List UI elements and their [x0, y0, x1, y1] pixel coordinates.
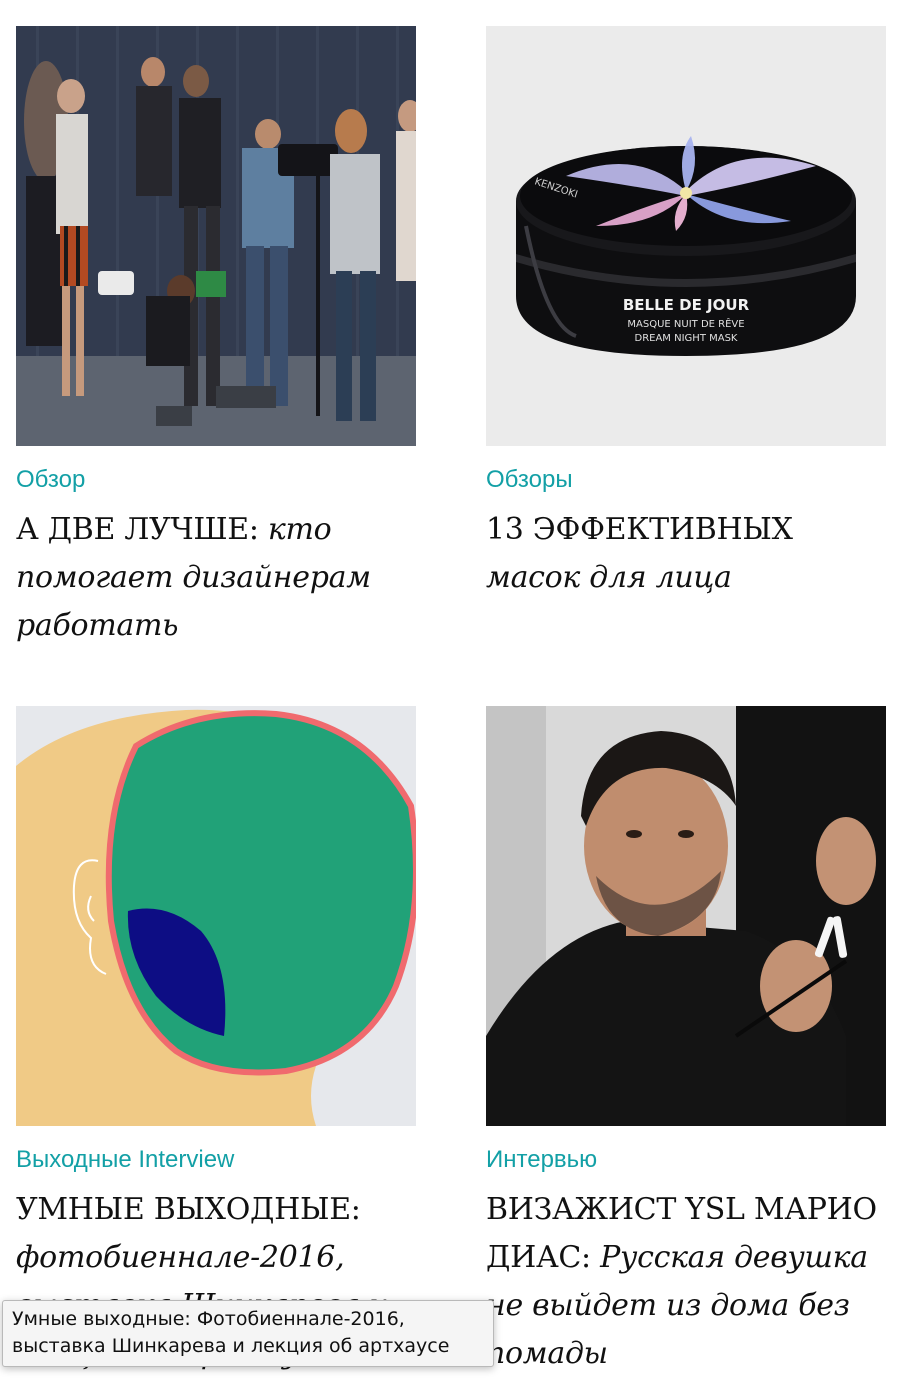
article-image-head-illustration[interactable]: [16, 706, 416, 1126]
tooltip-line: Умные выходные: Фотобиеннале-2016,: [12, 1308, 405, 1330]
head-profile-illustration: [16, 706, 416, 1126]
article-card: KENZOKI BELLE DE JOUR MASQUE NUIT DE RÊV…: [486, 26, 886, 602]
jar-product-subtitle: MASQUE NUIT DE RÊVE: [627, 317, 744, 330]
article-category[interactable]: Обзоры: [486, 464, 886, 496]
article-title-main: УМНЫЕ ВЫХОДНЫЕ:: [16, 1192, 361, 1227]
article-title[interactable]: ВИЗАЖИСТ YSL МАРИО ДИАС: Русская девушка…: [486, 1186, 886, 1378]
article-title-main: 13 ЭФФЕКТИВНЫХ: [486, 512, 793, 547]
article-image-backstage[interactable]: [16, 26, 416, 446]
article-image-mask[interactable]: KENZOKI BELLE DE JOUR MASQUE NUIT DE RÊV…: [486, 26, 886, 446]
link-tooltip: Умные выходные: Фотобиеннале-2016, выста…: [2, 1300, 494, 1367]
article-card: Обзор А ДВЕ ЛУЧШЕ: кто помогает дизайнер…: [16, 26, 416, 650]
tooltip-line: выставка Шинкарева и лекция об артхаусе: [12, 1335, 450, 1357]
backstage-photo: [16, 26, 416, 446]
article-grid: Обзор А ДВЕ ЛУЧШЕ: кто помогает дизайнер…: [0, 0, 914, 1400]
jar-product-subtitle-en: DREAM NIGHT MASK: [635, 333, 738, 344]
article-category[interactable]: Выходные Interview: [16, 1144, 416, 1176]
article-card: Выходные Interview УМНЫЕ ВЫХОДНЫЕ: фотоб…: [16, 706, 416, 1378]
makeup-artist-photo: [486, 706, 886, 1126]
article-title-subtitle: масок для лица: [486, 560, 732, 595]
article-title[interactable]: 13 ЭФФЕКТИВНЫХ масок для лица: [486, 506, 886, 602]
article-image-makeup-artist[interactable]: [486, 706, 886, 1126]
article-title-main: А ДВЕ ЛУЧШЕ:: [16, 512, 259, 547]
article-category[interactable]: Обзор: [16, 464, 416, 496]
article-card: Интервью ВИЗАЖИСТ YSL МАРИО ДИАС: Русска…: [486, 706, 886, 1378]
article-category[interactable]: Интервью: [486, 1144, 886, 1176]
jar-product-name: BELLE DE JOUR: [623, 296, 750, 314]
mask-jar-photo: KENZOKI BELLE DE JOUR MASQUE NUIT DE RÊV…: [486, 26, 886, 446]
article-title[interactable]: А ДВЕ ЛУЧШЕ: кто помогает дизайнерам раб…: [16, 506, 416, 650]
